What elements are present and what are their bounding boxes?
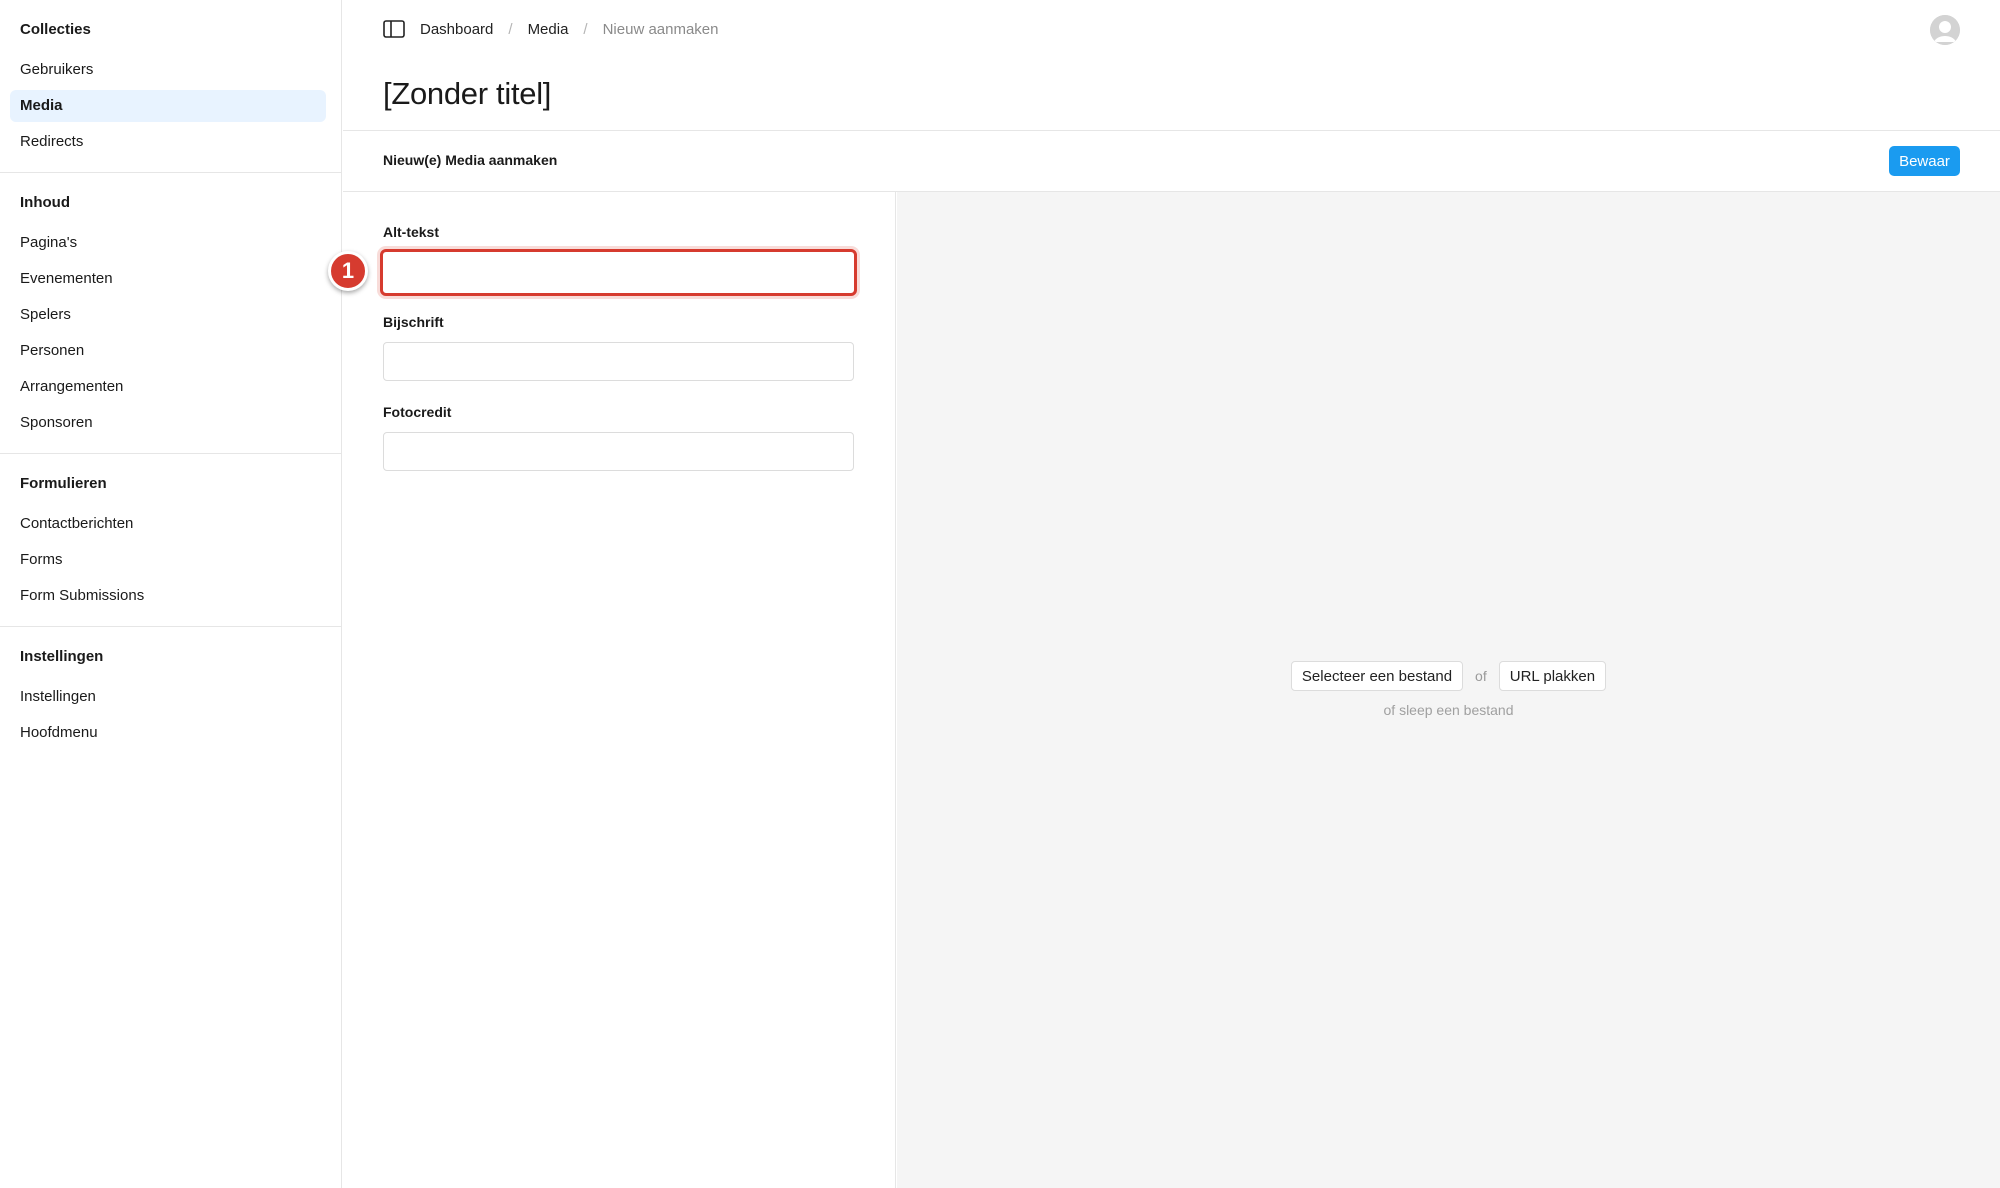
sidebar-item-evenementen[interactable]: Evenementen [10, 263, 326, 295]
nav-group-title: Inhoud [20, 194, 70, 211]
topbar: Dashboard / Media / Nieuw aanmaken [343, 0, 2000, 60]
or-separator: of [1475, 668, 1487, 684]
nav-group-title: Collecties [20, 21, 91, 38]
action-bar: Nieuw(e) Media aanmaken Bewaar [343, 130, 2000, 192]
page-title: [Zonder titel] [383, 76, 552, 111]
sidebar-toggle-icon[interactable] [383, 20, 405, 38]
photo-credit-label: Fotocredit [383, 404, 452, 420]
sidebar-item-gebruikers[interactable]: Gebruikers [10, 54, 326, 86]
nav-group-instellingen: Instellingen Instellingen Hoofdmenu [0, 627, 341, 763]
sidebar-item-arrangementen[interactable]: Arrangementen [10, 371, 326, 403]
sidebar-item-spelers[interactable]: Spelers [10, 299, 326, 331]
breadcrumb-current: Nieuw aanmaken [602, 21, 719, 38]
sidebar-item-redirects[interactable]: Redirects [10, 126, 326, 158]
nav-group-collecties: Collecties Gebruikers Media Redirects [0, 0, 341, 173]
select-file-button[interactable]: Selecteer een bestand [1290, 661, 1464, 691]
drop-hint: of sleep een bestand [1383, 702, 1514, 718]
alt-text-input[interactable] [380, 249, 857, 296]
sidebar-item-form-submissions[interactable]: Form Submissions [10, 580, 326, 612]
caption-input[interactable] [383, 342, 854, 381]
nav-group-formulieren: Formulieren Contactberichten Forms Form … [0, 454, 341, 627]
photo-credit-input[interactable] [383, 432, 854, 471]
upload-actions: Selecteer een bestand of URL plakken [897, 661, 2000, 691]
user-avatar-icon[interactable] [1930, 15, 1960, 45]
nav-group-title: Formulieren [20, 475, 107, 492]
caption-label: Bijschrift [383, 314, 444, 330]
sidebar-item-paginas[interactable]: Pagina's [10, 227, 326, 259]
action-bar-label: Nieuw(e) Media aanmaken [383, 152, 558, 168]
save-button[interactable]: Bewaar [1889, 146, 1960, 176]
sidebar-item-personen[interactable]: Personen [10, 335, 326, 367]
breadcrumb-separator: / [508, 21, 513, 38]
breadcrumb-media[interactable]: Media [528, 20, 569, 40]
sidebar-item-contactberichten[interactable]: Contactberichten [10, 508, 326, 540]
nav-group-inhoud: Inhoud Pagina's Evenementen Spelers Pers… [0, 173, 341, 454]
sidebar-item-sponsoren[interactable]: Sponsoren [10, 407, 326, 439]
sidebar-item-hoofdmenu[interactable]: Hoofdmenu [10, 717, 326, 749]
step-marker-badge: 1 [328, 251, 368, 291]
main-content: Dashboard / Media / Nieuw aanmaken [Zond… [328, 0, 2000, 1188]
alt-text-label: Alt-tekst [383, 224, 440, 240]
breadcrumb-separator: / [583, 21, 588, 38]
sidebar-item-media[interactable]: Media [10, 90, 326, 122]
nav-group-title: Instellingen [20, 648, 104, 665]
paste-url-button[interactable]: URL plakken [1498, 661, 1607, 691]
upload-dropzone[interactable]: Selecteer een bestand of URL plakken of … [897, 192, 2000, 1188]
sidebar-item-instellingen[interactable]: Instellingen [10, 681, 326, 713]
form-panel: Alt-tekst 1 Bijschrift Fotocredit [328, 192, 896, 1188]
breadcrumb-dashboard[interactable]: Dashboard [420, 20, 493, 40]
sidebar-item-forms[interactable]: Forms [10, 544, 326, 576]
sidebar: Collecties Gebruikers Media Redirects In… [0, 0, 342, 1188]
breadcrumb: Dashboard / Media / Nieuw aanmaken [420, 20, 719, 40]
